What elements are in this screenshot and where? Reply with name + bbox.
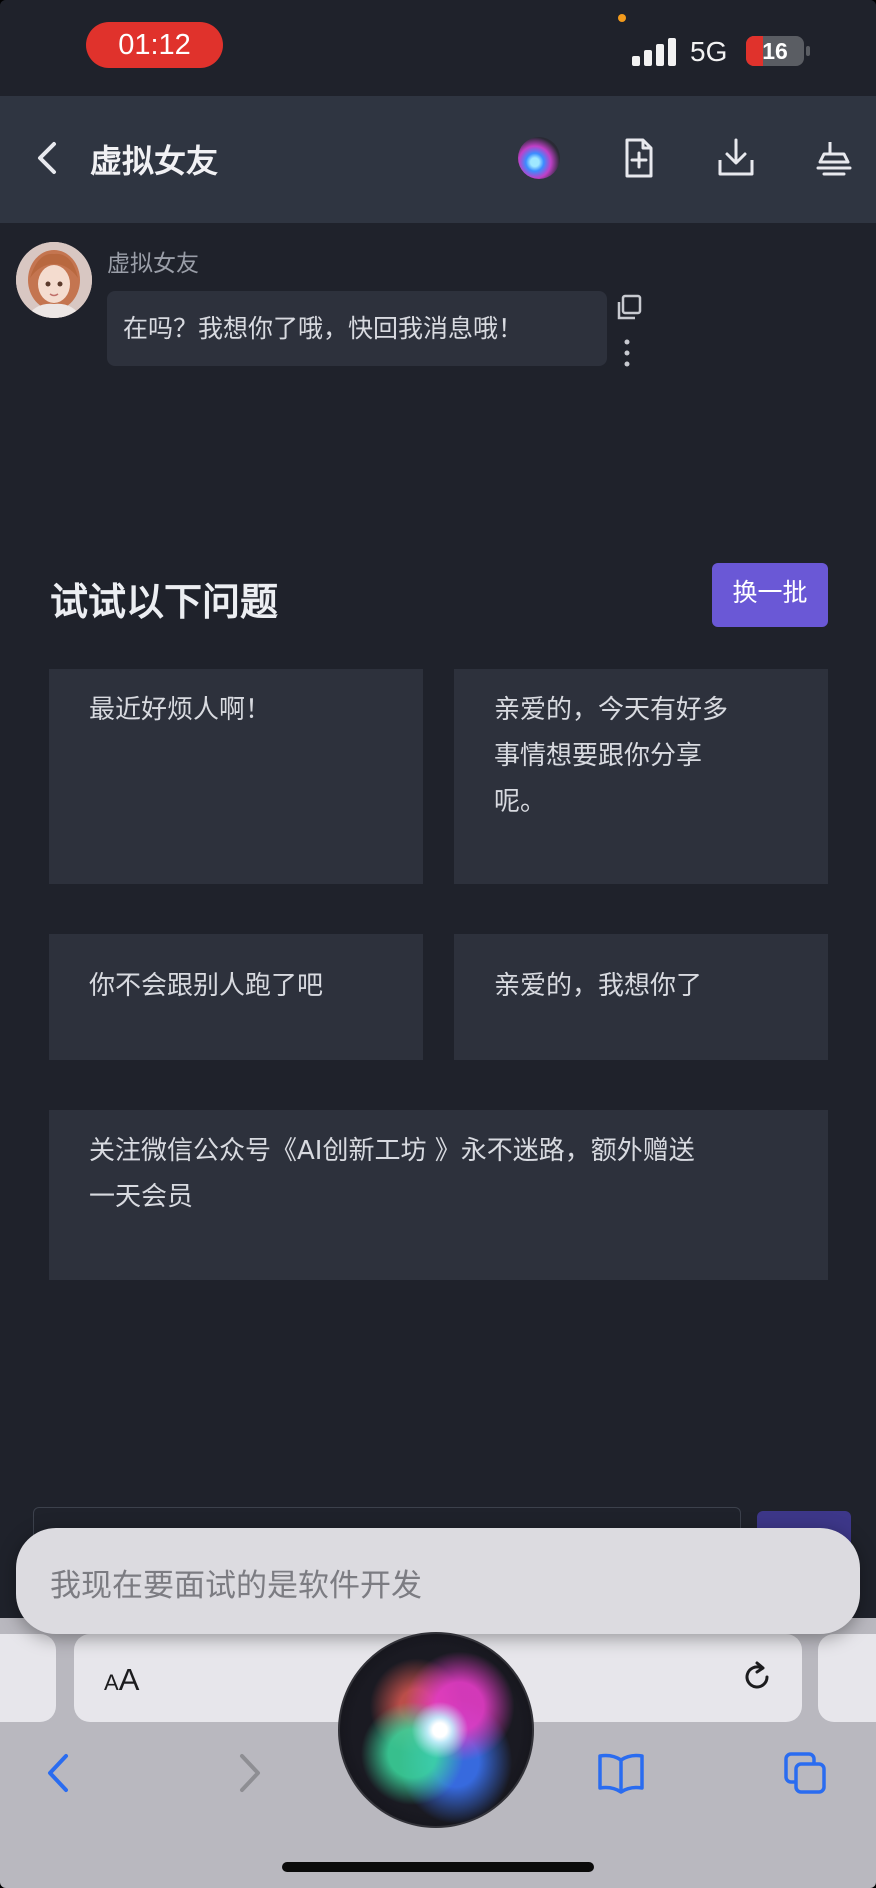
page-title: 虚拟女友 <box>90 142 219 180</box>
refresh-suggestions-button[interactable]: 换一批 <box>712 563 828 627</box>
message-bubble[interactable]: 在吗？我想你了哦，快回我消息哦！ <box>107 291 607 366</box>
suggestion-text: 关注微信公众号《AI创新工坊 》永不迷路，额外赠送 一天会员 <box>89 1136 695 1212</box>
download-icon[interactable] <box>712 134 760 182</box>
suggestion-card[interactable]: 你不会跟别人跑了吧 <box>49 934 423 1060</box>
siri-icon[interactable] <box>518 137 560 179</box>
battery-cap <box>806 46 810 56</box>
tabs-icon[interactable] <box>782 1750 828 1796</box>
forward-icon[interactable] <box>226 1750 272 1796</box>
copy-icon[interactable] <box>615 294 643 322</box>
back-arrow-icon[interactable] <box>26 136 70 180</box>
suggestion-card[interactable]: 关注微信公众号《AI创新工坊 》永不迷路，额外赠送 一天会员 <box>49 1110 828 1280</box>
suggestion-card[interactable]: 亲爱的，我想你了 <box>454 934 828 1060</box>
screen: 01:12 5G 16 虚拟女友 虚拟女友 在吗？我想你了哦，快回我消息哦！ 试… <box>0 0 876 1888</box>
next-tab[interactable] <box>818 1634 876 1722</box>
signal-icon <box>632 36 678 66</box>
app-header: 虚拟女友 <box>0 96 876 223</box>
new-file-icon[interactable] <box>614 134 662 182</box>
suggestion-text: 你不会跟别人跑了吧 <box>89 971 324 1001</box>
reload-icon[interactable] <box>739 1659 775 1695</box>
previous-tab[interactable] <box>0 1634 56 1722</box>
suggestion-text: 亲爱的，今天有好多 事情想要跟你分享 呢。 <box>494 695 729 817</box>
siri-orb-icon[interactable] <box>338 1632 534 1828</box>
reader-settings-button[interactable]: AA <box>104 1662 139 1698</box>
suggestion-text: 亲爱的，我想你了 <box>494 971 703 1001</box>
bookmarks-icon[interactable] <box>596 1750 646 1796</box>
more-vertical-icon[interactable] <box>620 338 634 368</box>
suggestion-card[interactable]: 亲爱的，今天有好多 事情想要跟你分享 呢。 <box>454 669 828 884</box>
suggestion-card[interactable]: 最近好烦人啊！ <box>49 669 423 884</box>
avatar <box>16 242 92 318</box>
home-indicator[interactable] <box>282 1862 594 1872</box>
battery-percent: 16 <box>762 38 788 64</box>
recording-indicator <box>618 14 626 22</box>
siri-transcript: 我现在要面试的是软件开发 <box>50 1568 422 1604</box>
clear-icon[interactable] <box>810 134 858 182</box>
status-time[interactable]: 01:12 <box>86 22 223 68</box>
back-icon[interactable] <box>36 1750 82 1796</box>
battery-icon: 16 <box>746 36 804 66</box>
suggestion-text: 最近好烦人啊！ <box>89 695 272 725</box>
sender-name: 虚拟女友 <box>107 251 199 277</box>
network-type: 5G <box>690 36 728 67</box>
status-bar: 01:12 5G 16 <box>0 0 876 96</box>
suggestions-title: 试试以下问题 <box>50 580 279 624</box>
